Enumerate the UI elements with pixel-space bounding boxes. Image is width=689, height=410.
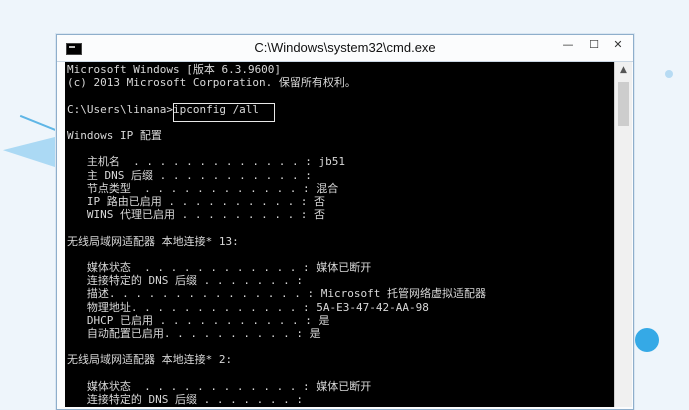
console-line: WINS 代理已启用 . . . . . . . . . : 否	[67, 208, 326, 222]
console-line: 自动配置已启用. . . . . . . . . . : 是	[67, 327, 321, 340]
close-button[interactable]: ✕	[605, 36, 631, 54]
minimize-button[interactable]: —	[555, 36, 581, 54]
console-line: 连接特定的 DNS 后缀 . . . . . . . :	[67, 393, 303, 406]
console-output[interactable]: Microsoft Windows [版本 6.3.9600] (c) 2013 …	[65, 62, 614, 407]
scroll-up-arrow-icon[interactable]: ▲	[615, 62, 632, 79]
console-line: Microsoft Windows [版本 6.3.9600]	[67, 63, 282, 76]
dot-decoration	[665, 70, 673, 78]
console-line: 节点类型 . . . . . . . . . . . . : 混合	[67, 181, 339, 195]
vertical-scrollbar[interactable]: ▲	[614, 62, 632, 407]
scroll-thumb[interactable]	[618, 82, 629, 126]
console-line: 连接特定的 DNS 后缀 . . . . . . . :	[67, 274, 303, 288]
console-line: 物理地址. . . . . . . . . . . . . : 5A-E3-47…	[67, 300, 429, 314]
console-line: Windows IP 配置	[67, 129, 162, 142]
console-line: 无线局域网适配器 本地连接* 2:	[67, 353, 233, 367]
window-title: C:\Windows\system32\cmd.exe	[254, 40, 436, 55]
console-line: C:\Users\linana>ipconfig /all	[67, 102, 260, 116]
console-line: 描述. . . . . . . . . . . . . . . : Micros…	[67, 287, 487, 301]
console-line: 主 DNS 后缀 . . . . . . . . . . . :	[67, 168, 312, 182]
console-line: IP 路由已启用 . . . . . . . . . . : 否	[67, 195, 326, 208]
maximize-button[interactable]: ☐	[581, 36, 607, 54]
console-line: 无线局域网适配器 本地连接* 13:	[67, 234, 239, 248]
console-line: 主机名 . . . . . . . . . . . . . : jb51	[67, 155, 346, 169]
console-line: (c) 2013 Microsoft Corporation. 保留所有权利。	[67, 76, 356, 90]
console-line: 媒体状态 . . . . . . . . . . . . : 媒体已断开	[67, 261, 372, 274]
window-titlebar[interactable]: C:\Windows\system32\cmd.exe — ☐ ✕	[57, 35, 633, 62]
cloud-decoration	[635, 328, 659, 352]
console-line: 媒体状态 . . . . . . . . . . . . : 媒体已断开	[67, 379, 372, 393]
cmd-window: C:\Windows\system32\cmd.exe — ☐ ✕ Micros…	[56, 34, 634, 410]
console-line: DHCP 已启用 . . . . . . . . . . . : 是	[67, 313, 330, 327]
